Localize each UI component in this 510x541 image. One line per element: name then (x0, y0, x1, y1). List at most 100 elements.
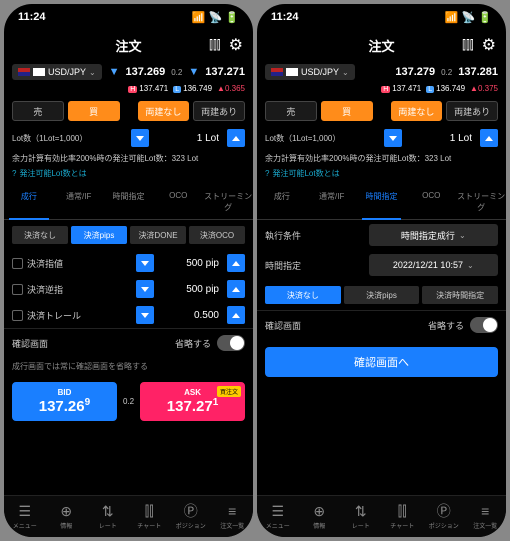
tab-normal[interactable]: 通常/IF (54, 185, 104, 219)
omit-label: 省略する (175, 337, 211, 350)
stop-value[interactable]: 500 pip (158, 284, 223, 295)
cross-yes-button[interactable]: 両建あり (193, 101, 245, 121)
order-tabs: 成行 通常/IF 時間指定 OCO ストリーミング (4, 185, 253, 220)
flag-us-icon (18, 68, 30, 76)
seg-pips[interactable]: 決済pips (71, 226, 127, 244)
arrow-up-icon: ▲ (217, 84, 225, 93)
seg-time[interactable]: 決済時間指定 (422, 286, 498, 304)
nav-rate[interactable]: ⇅レート (87, 496, 129, 537)
limit-value[interactable]: 500 pip (158, 258, 223, 269)
lot-increment[interactable] (227, 129, 245, 147)
increment[interactable] (227, 254, 245, 272)
decrement[interactable] (136, 280, 154, 298)
checkbox[interactable] (12, 258, 23, 269)
gear-icon[interactable]: ⚙ (229, 35, 243, 55)
sell-button[interactable]: 売 (265, 101, 317, 121)
chart-icon[interactable]: ⫿⫿⫿ (209, 38, 221, 53)
increment[interactable] (227, 306, 245, 324)
lot-row: Lot数（1Lot=1,000） 1 Lot (4, 125, 253, 151)
time-row: 時間指定 2022/12/21 10:57⌄ (257, 250, 506, 280)
position-icon: Ⓟ (183, 503, 199, 519)
chevron-down-icon: ⌄ (89, 68, 96, 77)
question-icon: ? (265, 169, 269, 178)
lot-value[interactable]: 1 Lot (153, 133, 223, 144)
nav-info[interactable]: ⊕情報 (299, 496, 341, 537)
seg-none[interactable]: 決済なし (12, 226, 68, 244)
tab-market[interactable]: 成行 (4, 185, 54, 219)
lot-label: Lot数（1Lot=1,000） (12, 133, 127, 144)
order-tabs: 成行 通常/IF 時間指定 OCO ストリーミング (257, 185, 506, 220)
field-stop: 決済逆指 500 pip (4, 276, 253, 302)
confirm-button[interactable]: 確認画面へ (265, 347, 498, 377)
ask-box[interactable]: 買注文 ASK 137.271 (140, 382, 245, 421)
confirm-toggle[interactable] (217, 335, 245, 351)
cross-yes-button[interactable]: 両建あり (446, 101, 498, 121)
nav-menu[interactable]: ☰メニュー (257, 496, 299, 537)
spread: 0.2 (441, 68, 452, 77)
gear-icon[interactable]: ⚙ (482, 35, 496, 55)
lot-info-link[interactable]: ?発注可能Lot数とは (4, 166, 253, 185)
seg-done[interactable]: 決済DONE (130, 226, 186, 244)
buy-button[interactable]: 買 (321, 101, 373, 121)
tab-time[interactable]: 時間指定 (357, 185, 407, 219)
tab-normal[interactable]: 通常/IF (307, 185, 357, 219)
status-bar: 11:24 📶 📡 🔋 (4, 4, 253, 30)
lot-decrement[interactable] (131, 129, 149, 147)
nav-chart[interactable]: ⫿⫿チャート (382, 496, 424, 537)
seg-none[interactable]: 決済なし (265, 286, 341, 304)
buy-button[interactable]: 買 (68, 101, 120, 121)
nav-position[interactable]: Ⓟポジション (170, 496, 212, 537)
cross-none-button[interactable]: 両建なし (138, 101, 190, 121)
globe-icon: ⊕ (58, 503, 74, 519)
tab-market[interactable]: 成行 (257, 185, 307, 219)
exec-select[interactable]: 時間指定成行⌄ (369, 224, 498, 246)
lot-decrement[interactable] (384, 129, 402, 147)
nav-menu[interactable]: ☰メニュー (4, 496, 46, 537)
margin-info: 余力計算有効比率200%時の発注可能Lot数：323 Lot (257, 151, 506, 166)
battery-icon: 🔋 (478, 11, 492, 24)
low-val: 136.749 (183, 84, 212, 93)
bid-label: BID (18, 388, 111, 397)
wifi-icon: 📡 (462, 11, 476, 24)
decrement[interactable] (136, 254, 154, 272)
tab-streaming[interactable]: ストリーミング (203, 185, 253, 219)
signal-icon: 📶 (445, 11, 459, 24)
checkbox[interactable] (12, 284, 23, 295)
checkbox[interactable] (12, 310, 23, 321)
pair-selector[interactable]: USD/JPY ⌄ (265, 64, 355, 80)
bid-box[interactable]: BID 137.269 (12, 382, 117, 421)
triangle-down-icon (136, 136, 144, 141)
decrement[interactable] (136, 306, 154, 324)
nav-orders[interactable]: ≡注文一覧 (212, 496, 254, 537)
lot-info-link[interactable]: ?発注可能Lot数とは (257, 166, 506, 185)
trail-value[interactable]: 0.500 (158, 310, 223, 321)
seg-oco[interactable]: 決済OCO (189, 226, 245, 244)
nav-position[interactable]: Ⓟポジション (423, 496, 465, 537)
question-icon: ? (12, 169, 16, 178)
nav-orders[interactable]: ≡注文一覧 (465, 496, 507, 537)
cross-none-button[interactable]: 両建なし (391, 101, 443, 121)
triangle-up-icon (232, 136, 240, 141)
increment[interactable] (227, 280, 245, 298)
tab-time[interactable]: 時間指定 (104, 185, 154, 219)
tab-streaming[interactable]: ストリーミング (456, 185, 506, 219)
high-tag: H (381, 86, 390, 93)
sell-button[interactable]: 売 (12, 101, 64, 121)
tab-oco[interactable]: OCO (406, 185, 456, 219)
confirm-toggle[interactable] (470, 317, 498, 333)
tab-oco[interactable]: OCO (153, 185, 203, 219)
chart-icon[interactable]: ⫿⫿⫿ (462, 38, 474, 53)
chevron-down-icon: ⌄ (342, 68, 349, 77)
arrow-down-icon: ▼ (109, 66, 120, 78)
seg-pips[interactable]: 決済pips (344, 286, 420, 304)
nav-rate[interactable]: ⇅レート (340, 496, 382, 537)
bid-price: 137.269 (125, 66, 165, 78)
time-select[interactable]: 2022/12/21 10:57⌄ (369, 254, 498, 276)
pair-selector[interactable]: USD/JPY ⌄ (12, 64, 102, 80)
nav-info[interactable]: ⊕情報 (46, 496, 88, 537)
lot-increment[interactable] (480, 129, 498, 147)
lot-value[interactable]: 1 Lot (406, 133, 476, 144)
pair-row: USD/JPY ⌄ 137.279 0.2 137.281 (257, 60, 506, 84)
nav-chart[interactable]: ⫿⫿チャート (129, 496, 171, 537)
menu-icon: ☰ (270, 503, 286, 519)
